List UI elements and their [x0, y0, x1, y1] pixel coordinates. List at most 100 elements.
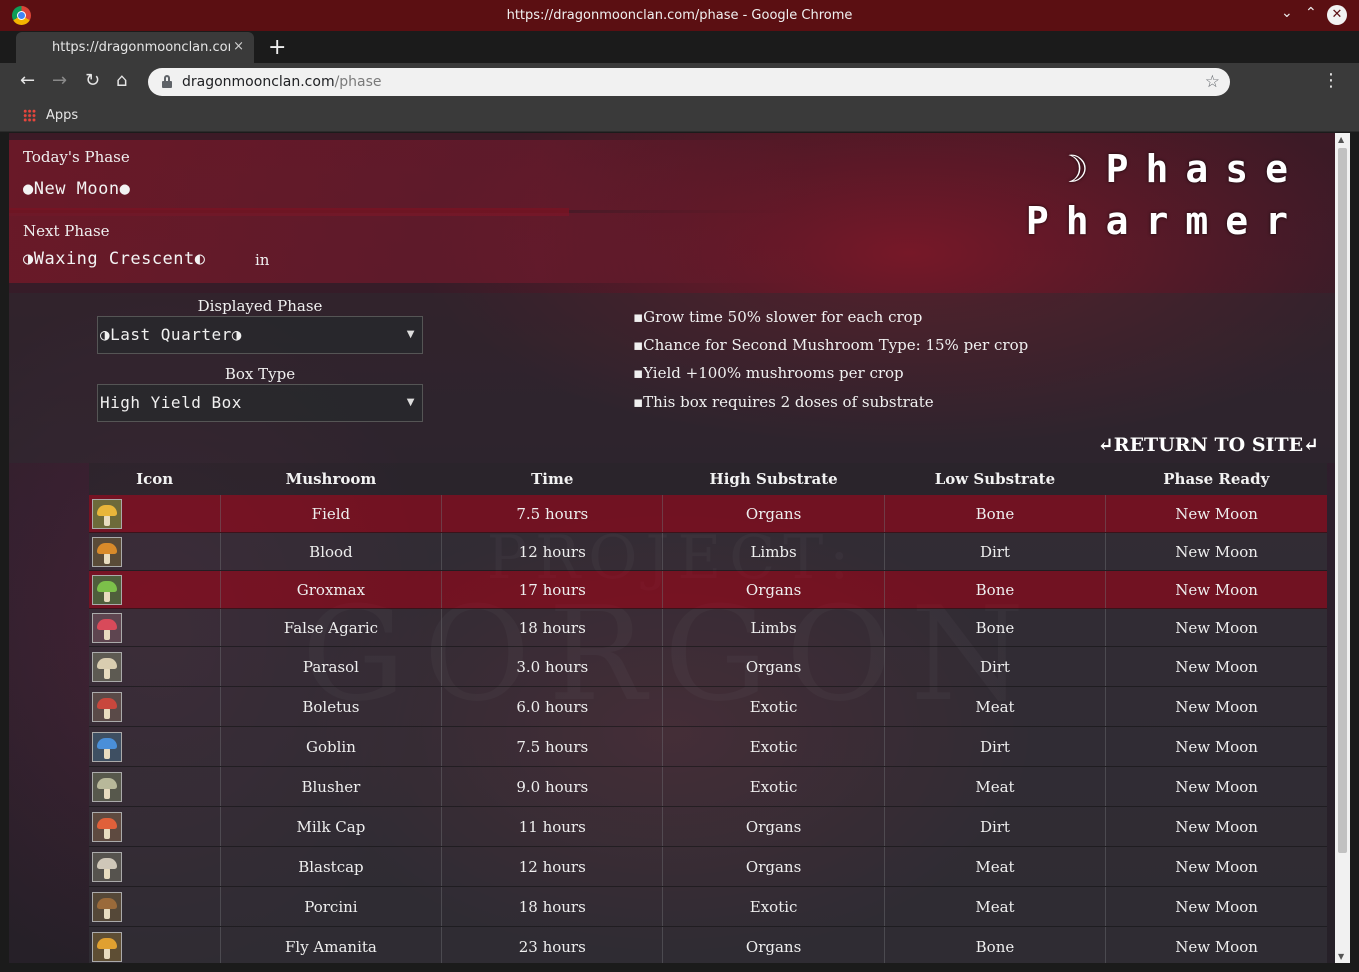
bookmark-star-icon[interactable]: ☆ [1205, 72, 1220, 92]
icon-cell [89, 532, 221, 571]
tab-phase[interactable]: https://dragonmoonclan.com/phase × [16, 32, 254, 63]
time-cell: 17 hours [441, 570, 663, 609]
home-icon[interactable]: ⌂ [116, 70, 127, 91]
tab-title: https://dragonmoonclan.com/phase [52, 40, 230, 55]
time-cell: 7.5 hours [441, 495, 663, 533]
bookmarks-bar: Apps [0, 100, 1359, 132]
high-substrate-cell: Exotic [662, 766, 885, 807]
bookmark-apps[interactable]: Apps [46, 108, 78, 123]
todays-phase-label: Today's Phase [23, 148, 130, 166]
next-phase-value: ◑Waxing Crescent◐ [23, 249, 206, 269]
header-phase-ready[interactable]: Phase Ready [1105, 463, 1327, 495]
window-bottom-edge [0, 963, 1359, 972]
next-phase-label: Next Phase [23, 222, 110, 240]
header-mushroom[interactable]: Mushroom [220, 463, 442, 495]
scrollbar-thumb[interactable] [1338, 148, 1347, 853]
back-arrow-icon[interactable]: ← [20, 70, 35, 91]
new-tab-button[interactable]: + [268, 35, 286, 60]
close-window-button[interactable]: ✕ [1327, 5, 1347, 25]
header-high-substrate[interactable]: High Substrate [662, 463, 885, 495]
mushroom-name-cell: Blusher [219, 766, 442, 807]
icon-cell [89, 646, 221, 687]
time-cell: 11 hours [441, 806, 663, 847]
table-row: Boletus 6.0 hours Exotic Meat New Moon [89, 686, 1327, 727]
icon-cell [89, 766, 221, 807]
mushroom-icon [92, 731, 122, 762]
table-row: Porcini 18 hours Exotic Meat New Moon [89, 886, 1327, 927]
time-cell: 6.0 hours [441, 686, 663, 727]
time-cell: 12 hours [441, 532, 663, 571]
maximize-button[interactable]: ⌃ [1305, 5, 1317, 21]
icon-cell [89, 846, 221, 887]
box-type-label: Box Type [224, 365, 296, 383]
mushroom-icon [92, 811, 122, 842]
low-substrate-cell: Bone [883, 495, 1106, 533]
table-row: Fly Amanita 23 hours Organs Bone New Moon [89, 926, 1327, 963]
next-phase-in-label: in [255, 251, 270, 269]
info-line-yield: ▪Yield +100% mushrooms per crop [633, 364, 904, 382]
address-bar[interactable]: dragonmoonclan.com/phase ☆ [148, 68, 1230, 96]
header-icon[interactable]: Icon [89, 463, 221, 495]
mushroom-name-cell: Groxmax [219, 570, 442, 609]
mushroom-name-cell: Goblin [219, 726, 442, 767]
icon-cell [89, 886, 221, 927]
mushroom-name-cell: Blood [219, 532, 442, 571]
info-line-second-type: ▪Chance for Second Mushroom Type: 15% pe… [633, 336, 1029, 354]
forward-arrow-icon[interactable]: → [52, 70, 67, 91]
scroll-up-icon[interactable]: ▲ [1338, 135, 1344, 144]
url-path: /phase [334, 74, 382, 90]
mushroom-name-cell: Fly Amanita [219, 926, 442, 963]
mushroom-name-cell: Milk Cap [219, 806, 442, 847]
box-type-select[interactable]: High Yield Box ▼ [97, 384, 423, 422]
lock-icon[interactable] [162, 75, 172, 88]
reload-icon[interactable]: ↻ [85, 70, 100, 91]
time-cell: 7.5 hours [441, 726, 663, 767]
header-low-substrate[interactable]: Low Substrate [884, 463, 1106, 495]
high-substrate-cell: Exotic [662, 686, 885, 727]
high-substrate-cell: Exotic [662, 726, 885, 767]
high-substrate-cell: Organs [662, 806, 885, 847]
mushroom-icon [92, 891, 122, 922]
header-time[interactable]: Time [441, 463, 663, 495]
icon-cell [89, 570, 221, 609]
table-row: Parasol 3.0 hours Organs Dirt New Moon [89, 646, 1327, 687]
low-substrate-cell: Meat [883, 686, 1106, 727]
mushroom-icon [92, 651, 122, 682]
low-substrate-cell: Dirt [883, 726, 1106, 767]
mushroom-icon [92, 851, 122, 882]
phase-ready-cell: New Moon [1105, 495, 1327, 533]
table-row: Field 7.5 hours Organs Bone New Moon [89, 495, 1327, 533]
time-cell: 12 hours [441, 846, 663, 887]
time-cell: 23 hours [441, 926, 663, 963]
high-substrate-cell: Exotic [662, 886, 885, 927]
mushroom-icon [92, 771, 122, 802]
phase-ready-cell: New Moon [1105, 608, 1327, 647]
table-row: Milk Cap 11 hours Organs Dirt New Moon [89, 806, 1327, 847]
low-substrate-cell: Meat [883, 846, 1106, 887]
tab-strip: https://dragonmoonclan.com/phase × + [0, 31, 1359, 63]
low-substrate-cell: Meat [883, 766, 1106, 807]
time-cell: 18 hours [441, 608, 663, 647]
mushroom-icon [92, 574, 122, 605]
browser-menu-icon[interactable]: ⋮ [1322, 70, 1340, 91]
window-title: https://dragonmoonclan.com/phase - Googl… [506, 8, 853, 23]
phase-ready-cell: New Moon [1105, 532, 1327, 571]
mushroom-icon [92, 498, 122, 529]
displayed-phase-select[interactable]: ◑Last Quarter◑ ▼ [97, 316, 423, 354]
mushroom-name-cell: False Agaric [219, 608, 442, 647]
minimize-button[interactable]: ⌄ [1281, 5, 1293, 21]
page-scrollbar[interactable]: ▲ ▼ [1335, 133, 1350, 963]
window-titlebar: https://dragonmoonclan.com/phase - Googl… [0, 0, 1359, 31]
mushroom-table: Icon Mushroom Time High Substrate Low Su… [89, 463, 1327, 963]
scroll-down-icon[interactable]: ▼ [1338, 952, 1344, 961]
tab-close-icon[interactable]: × [233, 39, 244, 54]
apps-grid-icon[interactable] [23, 109, 36, 122]
low-substrate-cell: Dirt [883, 646, 1106, 687]
time-cell: 18 hours [441, 886, 663, 927]
phase-ready-cell: New Moon [1105, 570, 1327, 609]
return-to-site-link[interactable]: ↵RETURN TO SITE↵ [1098, 434, 1319, 456]
window-right-edge [1350, 133, 1359, 972]
icon-cell [89, 926, 221, 963]
table-header-row: Icon Mushroom Time High Substrate Low Su… [89, 463, 1327, 495]
phase-ready-cell: New Moon [1105, 926, 1327, 963]
